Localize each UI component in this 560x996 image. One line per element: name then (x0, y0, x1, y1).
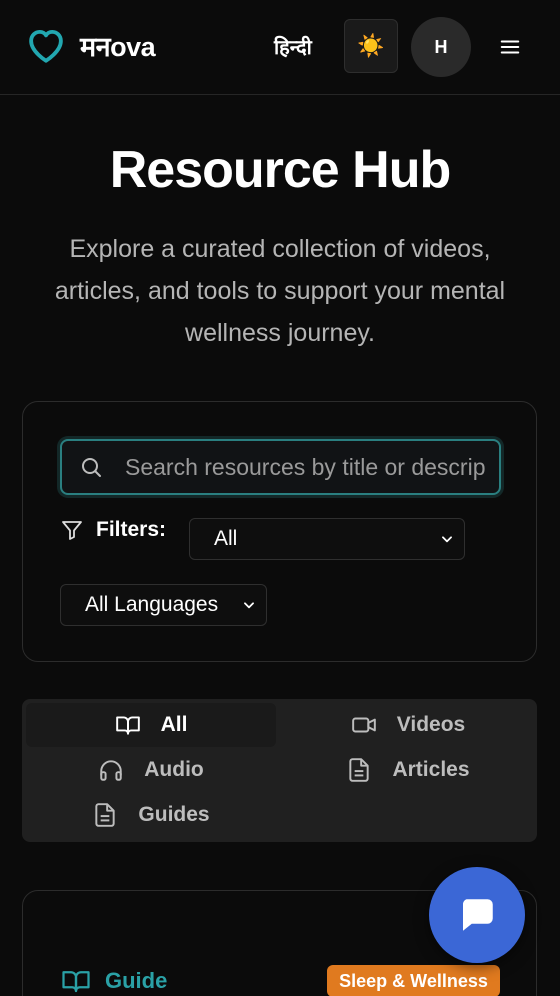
filter-card: Filters: All All Languages (22, 401, 537, 662)
top-header: मनova हिन्दी ☀️ H (0, 0, 560, 95)
logo-text: मनova (80, 31, 156, 62)
tab-label: Guides (138, 803, 210, 826)
chat-button[interactable] (429, 867, 525, 963)
category-select[interactable]: All (189, 518, 465, 560)
menu-button[interactable] (495, 32, 525, 62)
category-select-value: All (214, 527, 238, 550)
tab-all[interactable]: All (26, 703, 276, 747)
book-open-icon (115, 716, 140, 735)
filter-icon (62, 521, 82, 540)
tab-label: Videos (396, 713, 466, 736)
file-text-icon (95, 803, 116, 827)
page-title: Resource Hub (109, 141, 452, 199)
tab-label: Audio (144, 758, 204, 781)
logo[interactable]: मनova (24, 24, 156, 66)
theme-toggle-button[interactable]: ☀️ (344, 19, 398, 73)
sun-icon: ☀️ (357, 33, 385, 58)
resource-type: Guide (61, 966, 167, 996)
book-open-icon (62, 971, 90, 993)
heart-icon (29, 29, 63, 63)
language-select[interactable]: All Languages (60, 584, 267, 626)
tab-audio[interactable]: Audio (26, 748, 276, 792)
tab-videos[interactable]: Videos (283, 703, 533, 747)
user-avatar[interactable]: H (411, 17, 471, 77)
language-select-value: All Languages (85, 593, 219, 616)
search-box[interactable] (60, 439, 501, 495)
chevron-down-icon (244, 602, 254, 609)
filters-label-row: Filters: (60, 518, 166, 542)
chevron-down-icon (442, 536, 452, 543)
video-icon (351, 717, 376, 733)
tab-label: Articles (392, 758, 470, 781)
tab-label: All (160, 713, 188, 736)
headphones-icon (100, 760, 122, 781)
tab-guides[interactable]: Guides (26, 793, 276, 837)
page-subtitle: Explore a curated collection of videos, … (54, 235, 506, 347)
search-input[interactable] (125, 453, 485, 481)
category-badge: Sleep & Wellness (327, 965, 500, 996)
chat-bubble-icon (462, 899, 493, 931)
filters-label: Filters: (96, 518, 167, 541)
resource-type-tabs: All Videos Audio Articles Guides (22, 699, 537, 842)
hamburger-icon (500, 40, 520, 54)
resource-type-label: Guide (105, 968, 168, 993)
search-icon (82, 458, 101, 477)
file-text-icon (349, 758, 370, 782)
language-toggle[interactable]: हिन्दी (274, 33, 312, 60)
tab-articles[interactable]: Articles (283, 748, 533, 792)
